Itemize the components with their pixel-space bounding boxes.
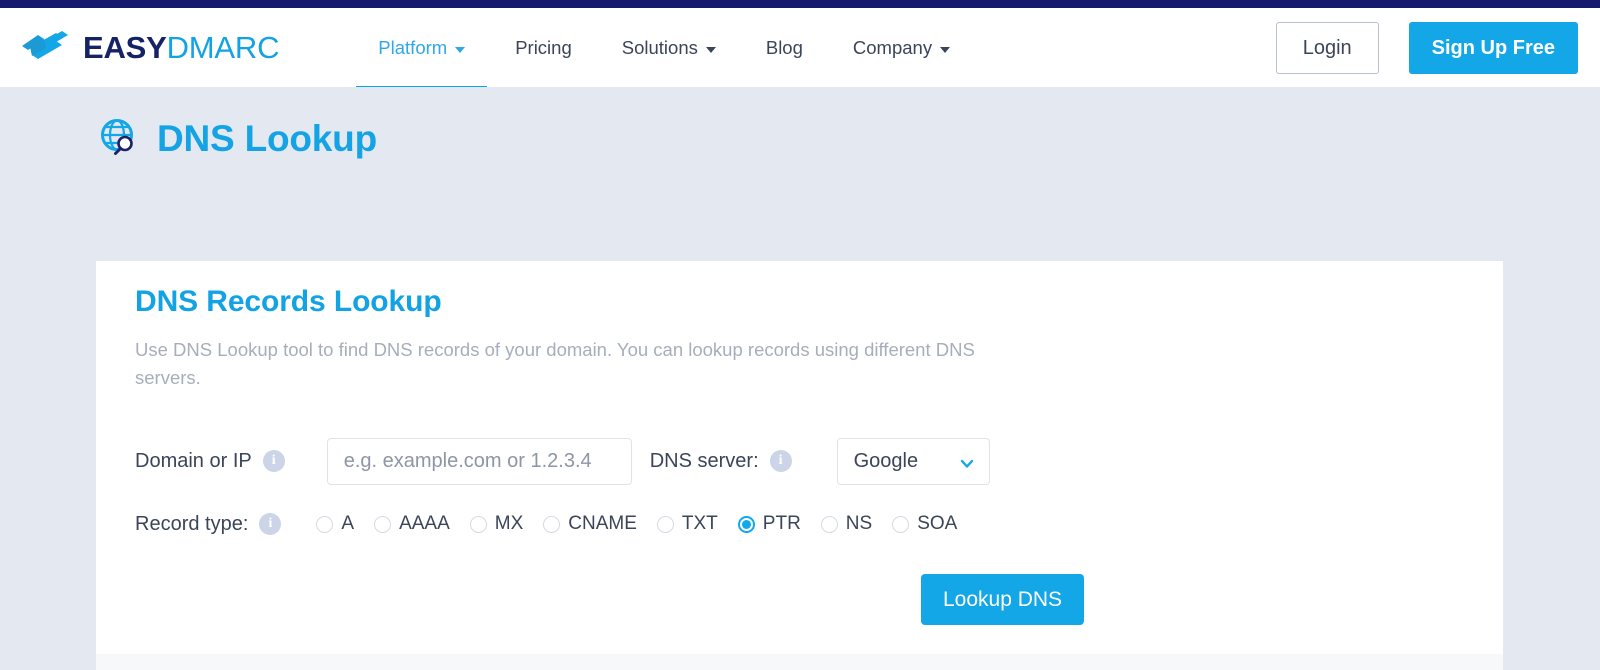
record-type-option-label: SOA xyxy=(917,513,957,535)
top-accent-bar xyxy=(0,0,1600,8)
radio-icon xyxy=(821,516,838,533)
page-body: DNS Lookup DNS Records Lookup Use DNS Lo… xyxy=(0,87,1600,583)
chevron-down-icon xyxy=(455,47,465,53)
record-type-option-label: TXT xyxy=(682,513,718,535)
domain-label: Domain or IP xyxy=(135,450,252,473)
header-actions: Login Sign Up Free xyxy=(1276,8,1578,87)
record-type-option-txt[interactable]: TXT xyxy=(657,513,718,535)
nav-item-pricing-label: Pricing xyxy=(515,37,572,59)
easydmarc-logo-icon xyxy=(22,28,74,68)
record-type-option-ptr[interactable]: PTR xyxy=(738,513,801,535)
record-type-row: Record type: i A AAAA MX xyxy=(135,499,1503,549)
dns-server-select[interactable]: Google xyxy=(837,438,990,485)
domain-row: Domain or IP i DNS server: i Google xyxy=(135,436,1503,486)
signup-button[interactable]: Sign Up Free xyxy=(1409,22,1578,74)
radio-icon xyxy=(657,516,674,533)
record-type-option-cname[interactable]: CNAME xyxy=(543,513,637,535)
record-type-option-label: AAAA xyxy=(399,513,450,535)
site-header: EASYDMARC Platform Pricing Solutions Blo… xyxy=(0,8,1600,87)
record-type-option-label: A xyxy=(341,513,354,535)
dns-server-select-value: Google xyxy=(837,438,990,485)
radio-icon xyxy=(316,516,333,533)
nav-item-pricing[interactable]: Pricing xyxy=(490,8,597,87)
nav-item-solutions[interactable]: Solutions xyxy=(597,8,741,87)
nav-item-blog-label: Blog xyxy=(766,37,803,59)
info-icon[interactable]: i xyxy=(263,450,285,472)
login-button[interactable]: Login xyxy=(1276,22,1379,74)
record-type-option-mx[interactable]: MX xyxy=(470,513,524,535)
radio-icon xyxy=(543,516,560,533)
submit-row: Lookup DNS xyxy=(135,574,1503,625)
record-type-option-label: MX xyxy=(495,513,524,535)
record-type-option-label: NS xyxy=(846,513,872,535)
record-type-option-ns[interactable]: NS xyxy=(821,513,872,535)
radio-icon-selected xyxy=(738,516,755,533)
info-icon[interactable]: i xyxy=(770,450,792,472)
record-type-option-aaaa[interactable]: AAAA xyxy=(374,513,450,535)
brand-logo[interactable]: EASYDMARC xyxy=(22,8,279,87)
chevron-down-icon xyxy=(706,47,716,53)
main-navigation: Platform Pricing Solutions Blog Company xyxy=(353,8,975,87)
record-type-radio-group: A AAAA MX CNAME xyxy=(316,513,957,535)
nav-item-solutions-label: Solutions xyxy=(622,37,698,59)
dns-lookup-card: DNS Records Lookup Use DNS Lookup tool t… xyxy=(96,261,1503,654)
nav-item-platform[interactable]: Platform xyxy=(353,8,490,87)
domain-input[interactable] xyxy=(327,438,632,485)
nav-item-platform-label: Platform xyxy=(378,37,447,59)
dns-server-label: DNS server: xyxy=(650,450,759,473)
page-title-row: DNS Lookup xyxy=(0,87,1600,161)
card-description: Use DNS Lookup tool to find DNS records … xyxy=(96,319,975,392)
nav-item-company-label: Company xyxy=(853,37,932,59)
record-type-label: Record type: xyxy=(135,513,248,536)
info-icon[interactable]: i xyxy=(259,513,281,535)
nav-item-company[interactable]: Company xyxy=(828,8,975,87)
card-title: DNS Records Lookup xyxy=(96,261,1503,319)
lookup-dns-button[interactable]: Lookup DNS xyxy=(921,574,1084,625)
dns-server-label-group: DNS server: i xyxy=(650,450,792,473)
card-footer-band xyxy=(96,654,1503,670)
radio-icon xyxy=(470,516,487,533)
brand-text: EASYDMARC xyxy=(83,30,279,66)
globe-search-icon xyxy=(96,115,142,161)
record-type-option-label: PTR xyxy=(763,513,801,535)
record-type-option-soa[interactable]: SOA xyxy=(892,513,957,535)
brand-text-dmarc: DMARC xyxy=(167,30,280,65)
brand-text-easy: EASY xyxy=(83,30,167,65)
dns-lookup-form: Domain or IP i DNS server: i Google Reco… xyxy=(96,436,1503,625)
radio-icon xyxy=(892,516,909,533)
record-type-option-label: CNAME xyxy=(568,513,637,535)
chevron-down-icon xyxy=(940,47,950,53)
nav-item-blog[interactable]: Blog xyxy=(741,8,828,87)
radio-icon xyxy=(374,516,391,533)
page-title: DNS Lookup xyxy=(157,120,377,157)
record-type-option-a[interactable]: A xyxy=(316,513,354,535)
